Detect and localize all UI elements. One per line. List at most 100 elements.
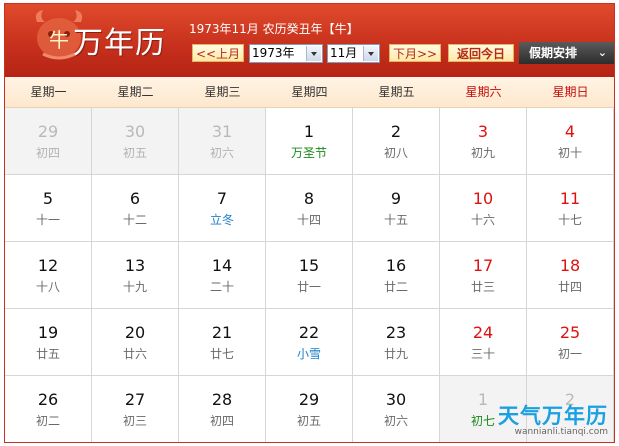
lunar-date: 廿九 <box>383 347 408 361</box>
day-cell[interactable]: 30 初五 <box>92 108 179 175</box>
day-cell[interactable]: 20 廿六 <box>92 309 179 376</box>
lunar-date: 初五 <box>296 414 321 428</box>
day-number: 8 <box>303 189 315 208</box>
weekday-label: 星期二 <box>117 85 154 99</box>
lunar-date: 二十 <box>209 280 234 294</box>
day-cell[interactable]: 29 初五 <box>266 376 353 442</box>
day-cell[interactable]: 3 初九 <box>440 108 527 175</box>
day-number: 14 <box>211 256 233 275</box>
weekday-label: 星期三 <box>204 85 241 99</box>
day-cell[interactable]: 6 十二 <box>92 175 179 242</box>
day-cell[interactable]: 24 三十 <box>440 309 527 376</box>
day-cell[interactable]: 14 二十 <box>179 242 266 309</box>
year-dropdown-arrow-icon[interactable] <box>306 46 321 61</box>
day-cell[interactable]: 12 十八 <box>5 242 92 309</box>
day-number: 7 <box>216 189 228 208</box>
day-cell[interactable]: 16 廿二 <box>353 242 440 309</box>
day-cell[interactable]: 29 初四 <box>5 108 92 175</box>
day-cell[interactable]: 30 初六 <box>353 376 440 442</box>
watermark-url: wannianli.tianqi.com <box>514 427 608 437</box>
lunar-date: 初四 <box>209 414 234 428</box>
day-cell[interactable]: 1 万圣节 <box>266 108 353 175</box>
day-cell[interactable]: 5 十一 <box>5 175 92 242</box>
lunar-date: 三十 <box>470 347 495 361</box>
day-number: 19 <box>37 323 59 342</box>
day-number: 17 <box>472 256 494 275</box>
day-number: 30 <box>124 122 146 141</box>
lunar-date: 廿六 <box>122 347 147 361</box>
day-number: 31 <box>211 122 233 141</box>
day-cell[interactable]: 17 廿三 <box>440 242 527 309</box>
year-select[interactable]: 1973年 <box>249 44 323 63</box>
day-number: 29 <box>37 122 59 141</box>
day-number: 10 <box>472 189 494 208</box>
day-number: 13 <box>124 256 146 275</box>
next-month-button[interactable]: 下月>> <box>389 44 441 62</box>
weekday-header: 星期一 星期二 星期三 星期四 星期五 星期六 星期日 <box>5 77 614 108</box>
ox-logo-char: 牛 <box>49 28 69 52</box>
day-number: 12 <box>37 256 59 275</box>
lunar-date: 廿七 <box>209 347 234 361</box>
holiday-schedule-button[interactable]: 假期安排 ⌄ <box>519 42 614 64</box>
date-title: 1973年11月 农历癸丑年【牛】 <box>189 22 359 36</box>
day-cell[interactable]: 22 小雪 <box>266 309 353 376</box>
watermark: 天气万年历 wannianli.tianqi.com <box>498 405 608 438</box>
day-cell[interactable]: 15 廿一 <box>266 242 353 309</box>
day-number: 3 <box>477 122 489 141</box>
day-number: 21 <box>211 323 233 342</box>
holiday-schedule-label: 假期安排 <box>529 46 578 60</box>
lunar-date: 廿三 <box>470 280 495 294</box>
day-cell[interactable]: 23 廿九 <box>353 309 440 376</box>
day-number: 15 <box>298 256 320 275</box>
lunar-date: 十四 <box>296 213 321 227</box>
month-select[interactable]: 11月 <box>327 44 380 63</box>
day-number: 11 <box>559 189 581 208</box>
lunar-date: 十七 <box>557 213 582 227</box>
lunar-date: 初二 <box>35 414 60 428</box>
day-cell[interactable]: 8 十四 <box>266 175 353 242</box>
day-cell[interactable]: 19 廿五 <box>5 309 92 376</box>
lunar-date: 初一 <box>557 347 582 361</box>
day-number: 28 <box>211 390 233 409</box>
day-cell[interactable]: 10 十六 <box>440 175 527 242</box>
day-number: 1 <box>303 122 315 141</box>
day-cell[interactable]: 2 初八 <box>353 108 440 175</box>
lunar-date: 十六 <box>470 213 495 227</box>
day-number: 2 <box>390 122 402 141</box>
day-number: 9 <box>390 189 402 208</box>
day-cell[interactable]: 28 初四 <box>179 376 266 442</box>
prev-month-button[interactable]: <<上月 <box>192 44 244 62</box>
day-cell[interactable]: 31 初六 <box>179 108 266 175</box>
day-cell[interactable]: 27 初三 <box>92 376 179 442</box>
month-select-value: 11月 <box>330 46 358 60</box>
day-cell[interactable]: 4 初十 <box>527 108 614 175</box>
lunar-date: 廿二 <box>383 280 408 294</box>
lunar-date: 初六 <box>383 414 408 428</box>
day-cell[interactable]: 26 初二 <box>5 376 92 442</box>
day-number: 23 <box>385 323 407 342</box>
lunar-date: 十五 <box>383 213 408 227</box>
weekday-label: 星期一 <box>30 85 67 99</box>
year-select-value: 1973年 <box>252 46 295 60</box>
lunar-date: 初四 <box>35 146 60 160</box>
lunar-date: 初八 <box>383 146 408 160</box>
day-number: 22 <box>298 323 320 342</box>
day-number: 26 <box>37 390 59 409</box>
day-cell[interactable]: 7 立冬 <box>179 175 266 242</box>
day-cell[interactable]: 9 十五 <box>353 175 440 242</box>
weekday-label: 星期五 <box>378 85 415 99</box>
day-number: 29 <box>298 390 320 409</box>
day-number: 5 <box>42 189 54 208</box>
day-cell[interactable]: 21 廿七 <box>179 309 266 376</box>
lunar-date: 初九 <box>470 146 495 160</box>
festival-label: 万圣节 <box>290 146 327 160</box>
back-to-today-button[interactable]: 返回今日 <box>448 44 514 62</box>
month-dropdown-arrow-icon[interactable] <box>363 46 378 61</box>
weekday-label: 星期日 <box>552 85 589 99</box>
calendar-header: 牛 万年历 1973年11月 农历癸丑年【牛】 <<上月 1973年 11月 下… <box>5 4 614 77</box>
day-cell[interactable]: 13 十九 <box>92 242 179 309</box>
day-cell[interactable]: 11 十七 <box>527 175 614 242</box>
lunar-date: 廿五 <box>35 347 60 361</box>
day-cell[interactable]: 25 初一 <box>527 309 614 376</box>
day-cell[interactable]: 18 廿四 <box>527 242 614 309</box>
